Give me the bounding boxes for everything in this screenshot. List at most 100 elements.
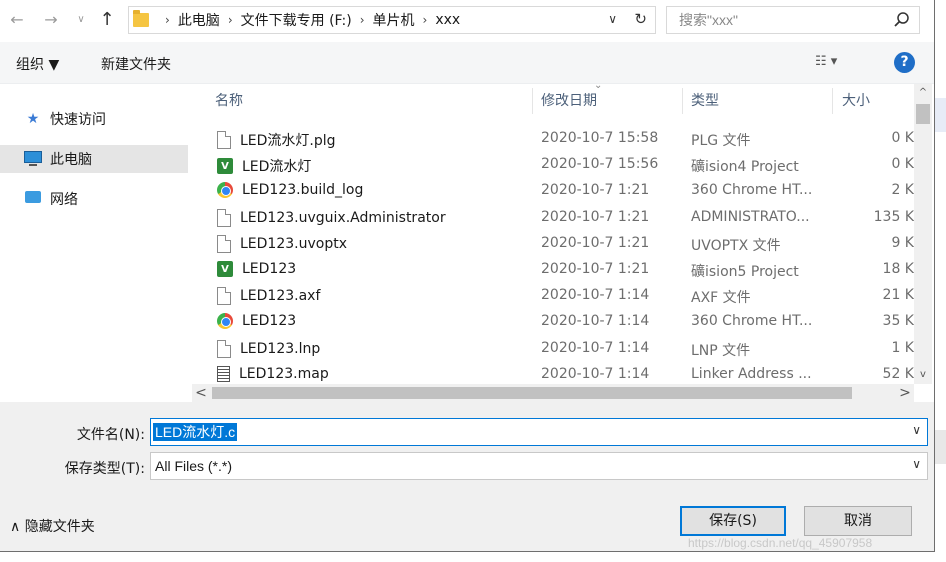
file-name-cell[interactable]: LED123.uvoptx xyxy=(217,234,347,253)
organize-menu-button[interactable]: 组织 ▼ xyxy=(16,54,59,74)
breadcrumb-separator[interactable]: › xyxy=(165,13,170,27)
column-header-date[interactable]: 修改日期 xyxy=(541,84,597,118)
back-arrow-icon[interactable]: ← xyxy=(6,9,28,31)
horizontal-scrollbar[interactable]: < > xyxy=(192,384,914,402)
file-date: 2020-10-7 1:21 xyxy=(541,208,650,225)
refresh-icon[interactable]: ↻ xyxy=(634,10,647,28)
file-name: LED123.lnp xyxy=(240,340,321,357)
file-name-cell[interactable]: LED流水灯.plg xyxy=(217,130,336,150)
column-header-size[interactable]: 大小 xyxy=(842,84,870,118)
command-toolbar: 组织 ▼ 新建文件夹 ☷ ▾ ? xyxy=(0,42,935,84)
file-type: 礦ision5 Project xyxy=(691,264,799,280)
file-type: AXF 文件 xyxy=(691,290,751,307)
file-type: 360 Chrome HT... xyxy=(691,313,813,330)
sidebar-item-this-pc[interactable]: 此电脑 xyxy=(0,145,188,173)
sidebar-item-network[interactable]: 网络 xyxy=(0,185,188,213)
sort-chevron-icon: ⌄ xyxy=(594,84,603,91)
desktop-background xyxy=(0,552,946,562)
file-row[interactable]: LED123.map 2020-10-7 1:14 Linker Address .… xyxy=(192,362,914,384)
filename-input[interactable]: LED流水灯.c ∨ xyxy=(150,418,928,446)
breadcrumb-xxx-folder[interactable]: xxx xyxy=(435,12,460,28)
file-name-cell[interactable]: LED123.lnp xyxy=(217,339,321,358)
search-box xyxy=(666,6,920,34)
filename-dropdown-chevron-icon[interactable]: ∨ xyxy=(912,423,921,437)
file-type: Linker Address ... xyxy=(691,365,812,382)
hide-folders-toggle[interactable]: ∧ 隐藏文件夹 xyxy=(10,516,95,536)
column-divider[interactable] xyxy=(682,88,683,114)
forward-arrow-icon[interactable]: → xyxy=(40,9,62,31)
column-header-name[interactable]: 名称 xyxy=(215,84,243,118)
scroll-up-arrow-icon[interactable]: ^ xyxy=(914,84,932,102)
help-icon[interactable]: ? xyxy=(894,52,915,73)
breadcrumb-mcu-folder[interactable]: 单片机 xyxy=(373,10,415,30)
file-name-cell[interactable]: LED123.build_log xyxy=(217,182,363,199)
breadcrumb-separator[interactable]: › xyxy=(228,13,233,27)
file-date: 2020-10-7 1:14 xyxy=(541,339,650,356)
filetype-dropdown-chevron-icon[interactable]: ∨ xyxy=(912,457,921,471)
file-row[interactable]: V LED123 2020-10-7 1:21 礦ision5 Project 18 K xyxy=(192,257,914,283)
file-row[interactable]: LED123.lnp 2020-10-7 1:14 LNP 文件 1 K xyxy=(192,336,914,362)
change-view-icon[interactable]: ☷ ▾ xyxy=(815,54,837,69)
background-window-edge xyxy=(935,0,946,562)
folder-icon xyxy=(133,10,149,27)
recent-locations-chevron-icon[interactable]: ∨ xyxy=(70,9,92,31)
save-options-panel: 文件名(N): LED流水灯.c ∨ 保存类型(T): All Files (*… xyxy=(0,402,935,552)
file-name-cell[interactable]: LED123.axf xyxy=(217,287,321,306)
save-button[interactable]: 保存(S) xyxy=(680,506,786,536)
file-name: LED123.map xyxy=(239,365,329,382)
file-size: 18 K xyxy=(882,261,914,277)
scroll-left-arrow-icon[interactable]: < xyxy=(192,384,210,402)
file-row[interactable]: LED123.uvoptx 2020-10-7 1:21 UVOPTX 文件 9 K xyxy=(192,231,914,257)
file-name-cell[interactable]: V LED123 xyxy=(217,261,296,277)
file-name-cell[interactable]: V LED流水灯 xyxy=(217,156,311,176)
horizontal-scroll-thumb[interactable] xyxy=(212,387,852,399)
file-row[interactable]: LED123.build_log 2020-10-7 1:21 360 Chrome… xyxy=(192,178,914,204)
file-size: 0 K xyxy=(891,156,914,173)
scroll-down-arrow-icon[interactable]: v xyxy=(914,366,932,384)
breadcrumb-separator[interactable]: › xyxy=(423,13,428,27)
file-name: LED123 xyxy=(242,261,297,277)
breadcrumb-this-pc[interactable]: 此电脑 xyxy=(178,10,220,30)
search-input[interactable] xyxy=(667,7,877,33)
file-name-cell[interactable]: LED123 xyxy=(217,313,296,330)
sidebar-item-quick-access[interactable]: ★ 快速访问 xyxy=(0,105,188,133)
file-name-cell[interactable]: LED123.map xyxy=(217,365,329,382)
file-size: 21 K xyxy=(882,287,914,304)
sidebar-item-label: 快速访问 xyxy=(50,112,106,128)
filetype-select[interactable]: All Files (*.*) ∨ xyxy=(150,452,928,480)
breadcrumb[interactable]: › 此电脑 › 文件下载专用 (F:) › 单片机 › xxx ∨ ↻ xyxy=(128,6,656,34)
file-type: ADMINISTRATO... xyxy=(691,208,810,225)
new-folder-button[interactable]: 新建文件夹 xyxy=(101,54,171,74)
file-row[interactable]: LED123.uvguix.Administrator 2020-10-7 1:2… xyxy=(192,205,914,231)
file-row[interactable]: LED流水灯.plg 2020-10-7 15:58 PLG 文件 0 K xyxy=(192,126,914,152)
file-size: 35 K xyxy=(882,313,914,330)
file-date: 2020-10-7 1:21 xyxy=(541,261,650,277)
address-dropdown-chevron-icon[interactable]: ∨ xyxy=(608,12,617,26)
sidebar-item-label: 网络 xyxy=(50,192,78,208)
chrome-html-icon xyxy=(217,313,233,330)
vertical-scroll-thumb[interactable] xyxy=(916,104,930,124)
breadcrumb-drive-f[interactable]: 文件下载专用 (F:) xyxy=(241,10,352,30)
file-row[interactable]: LED123.axf 2020-10-7 1:14 AXF 文件 21 K xyxy=(192,283,914,309)
file-list: 名称 修改日期 ⌄ 类型 大小 LED流水灯.plg 2020-10-7 15:5… xyxy=(192,84,914,384)
column-divider[interactable] xyxy=(532,88,533,114)
window-border xyxy=(934,0,935,552)
up-arrow-icon[interactable]: ↑ xyxy=(96,9,118,31)
file-date: 2020-10-7 1:14 xyxy=(541,365,650,382)
uvision-project-icon: V xyxy=(217,158,233,175)
vertical-scrollbar[interactable]: ^ v xyxy=(914,84,932,384)
file-name: LED123.axf xyxy=(240,288,321,305)
search-icon[interactable] xyxy=(893,11,911,29)
file-name-cell[interactable]: LED123.uvguix.Administrator xyxy=(217,208,446,227)
sidebar-item-label: 此电脑 xyxy=(50,152,92,168)
file-name: LED123.uvoptx xyxy=(240,235,347,252)
file-date: 2020-10-7 1:14 xyxy=(541,287,650,304)
breadcrumb-separator[interactable]: › xyxy=(360,13,365,27)
file-row[interactable]: LED123 2020-10-7 1:14 360 Chrome HT... 35 K xyxy=(192,309,914,335)
filename-value[interactable]: LED流水灯.c xyxy=(153,423,238,441)
scroll-right-arrow-icon[interactable]: > xyxy=(896,384,914,402)
file-row[interactable]: V LED流水灯 2020-10-7 15:56 礦ision4 Project 0 K xyxy=(192,152,914,178)
column-header-type[interactable]: 类型 xyxy=(691,84,719,118)
cancel-button[interactable]: 取消 xyxy=(804,506,912,536)
column-divider[interactable] xyxy=(832,88,833,114)
